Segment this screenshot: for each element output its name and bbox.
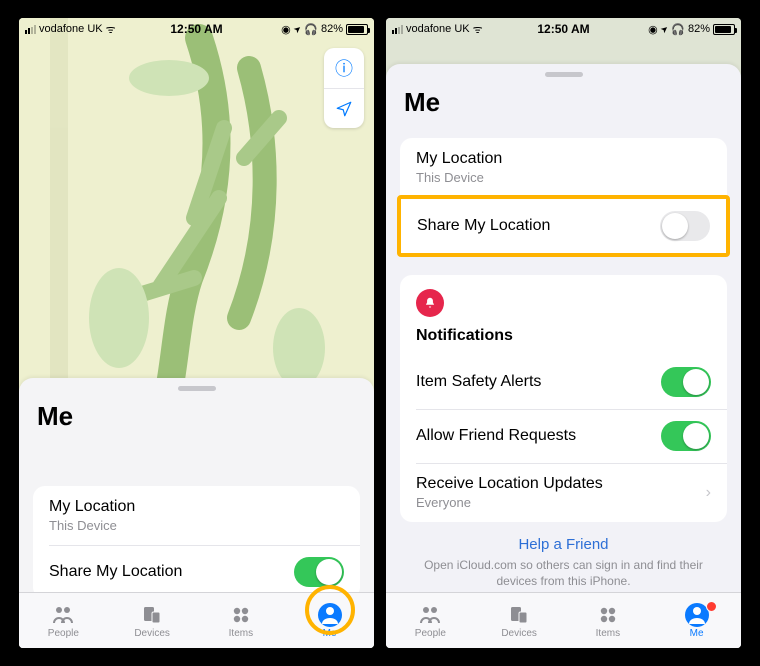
tab-bar: People Devices Items Me — [19, 592, 374, 648]
item-safety-row[interactable]: Item Safety Alerts — [400, 355, 727, 409]
my-location-sub: This Device — [416, 170, 502, 185]
locate-button[interactable] — [324, 88, 364, 128]
map-controls: ⓘ — [324, 48, 364, 128]
share-location-label: Share My Location — [49, 563, 182, 581]
share-location-toggle[interactable] — [294, 557, 344, 587]
my-location-label: My Location — [49, 498, 135, 516]
help-a-friend-link[interactable]: Help a Friend — [420, 536, 707, 553]
tab-devices[interactable]: Devices — [122, 603, 182, 639]
bell-icon — [416, 289, 444, 317]
tab-devices[interactable]: Devices — [489, 603, 549, 639]
people-icon — [417, 603, 443, 627]
item-safety-label: Item Safety Alerts — [416, 373, 541, 391]
allow-friend-row[interactable]: Allow Friend Requests — [400, 409, 727, 463]
location-arrow-icon: ➤ — [291, 22, 304, 35]
people-icon — [50, 603, 76, 627]
location-card: My Location This Device Share My Locatio… — [400, 138, 727, 257]
status-bar: vodafone UK ᯤ 12:50 AM ◉ ➤ 🎧 82% — [386, 18, 741, 40]
share-location-label: Share My Location — [417, 217, 550, 235]
allow-friend-label: Allow Friend Requests — [416, 427, 576, 445]
tab-items[interactable]: Items — [211, 603, 271, 639]
notifications-card: Notifications Item Safety Alerts Allow F… — [400, 275, 727, 522]
devices-icon — [506, 603, 532, 627]
location-arrow-icon — [335, 100, 353, 118]
battery-percent: 82% — [321, 23, 343, 35]
wifi-icon: ᯤ — [106, 22, 116, 37]
help-section: Help a Friend Open iCloud.com so others … — [400, 522, 727, 597]
location-card: My Location This Device Share My Locatio… — [33, 486, 360, 599]
tab-people[interactable]: People — [400, 603, 460, 639]
info-icon: ⓘ — [335, 55, 353, 81]
sheet-grabber[interactable] — [545, 72, 583, 77]
phone-left: vodafone UK ᯤ 12:50 AM ◉ ➤ 🎧 82% ⓘ Me My… — [19, 18, 374, 648]
chevron-right-icon: › — [706, 484, 711, 502]
tab-people[interactable]: People — [33, 603, 93, 639]
my-location-row[interactable]: My Location This Device — [33, 486, 360, 545]
tab-bar: People Devices Items Me — [386, 592, 741, 648]
signal-icon — [392, 25, 403, 34]
headphones-icon: 🎧 — [304, 23, 318, 36]
battery-icon — [346, 24, 368, 35]
dnd-icon: ◉ — [281, 23, 291, 36]
tab-label: Items — [596, 628, 620, 639]
carrier-label: vodafone UK — [406, 23, 470, 35]
devices-icon — [139, 603, 165, 627]
sheet-title: Me — [19, 395, 374, 446]
item-safety-toggle[interactable] — [661, 367, 711, 397]
my-location-sub: This Device — [49, 518, 135, 533]
my-location-label: My Location — [416, 150, 502, 168]
help-text: Open iCloud.com so others can sign in an… — [420, 557, 707, 589]
clock: 12:50 AM — [170, 22, 222, 36]
tab-items[interactable]: Items — [578, 603, 638, 639]
tab-label: Items — [229, 628, 253, 639]
phone-right: vodafone UK ᯤ 12:50 AM ◉ ➤ 🎧 82% Me My L… — [386, 18, 741, 648]
tab-label: Me — [690, 628, 704, 639]
items-icon — [595, 603, 621, 627]
tab-label: Devices — [501, 628, 537, 639]
battery-percent: 82% — [688, 23, 710, 35]
receive-updates-row[interactable]: Receive Location Updates Everyone › — [400, 463, 727, 522]
notification-badge — [706, 601, 717, 612]
highlight-box: Share My Location — [397, 195, 730, 257]
tab-label: People — [415, 628, 446, 639]
tab-me[interactable]: Me — [300, 603, 360, 639]
tab-label: Me — [323, 628, 337, 639]
carrier-label: vodafone UK — [39, 23, 103, 35]
info-button[interactable]: ⓘ — [324, 48, 364, 88]
wifi-icon: ᯤ — [473, 22, 483, 37]
tab-label: People — [48, 628, 79, 639]
status-bar: vodafone UK ᯤ 12:50 AM ◉ ➤ 🎧 82% — [19, 18, 374, 40]
tab-me[interactable]: Me — [667, 603, 727, 639]
clock: 12:50 AM — [537, 22, 589, 36]
tab-label: Devices — [134, 628, 170, 639]
headphones-icon: 🎧 — [671, 23, 685, 36]
signal-icon — [25, 25, 36, 34]
sheet-grabber[interactable] — [178, 386, 216, 391]
notifications-heading: Notifications — [400, 323, 727, 355]
my-location-row[interactable]: My Location This Device — [400, 138, 727, 197]
person-icon — [318, 603, 342, 627]
share-location-row[interactable]: Share My Location — [33, 545, 360, 599]
share-location-toggle[interactable] — [660, 211, 710, 241]
share-location-row[interactable]: Share My Location — [401, 199, 726, 253]
receive-updates-label: Receive Location Updates — [416, 475, 603, 493]
location-arrow-icon: ➤ — [658, 22, 671, 35]
me-sheet-expanded[interactable]: Me My Location This Device Share My Loca… — [386, 64, 741, 648]
dnd-icon: ◉ — [648, 23, 658, 36]
battery-icon — [713, 24, 735, 35]
receive-updates-sub: Everyone — [416, 495, 603, 510]
sheet-title: Me — [386, 81, 741, 132]
notifications-icon-row — [400, 275, 727, 323]
items-icon — [228, 603, 254, 627]
allow-friend-toggle[interactable] — [661, 421, 711, 451]
